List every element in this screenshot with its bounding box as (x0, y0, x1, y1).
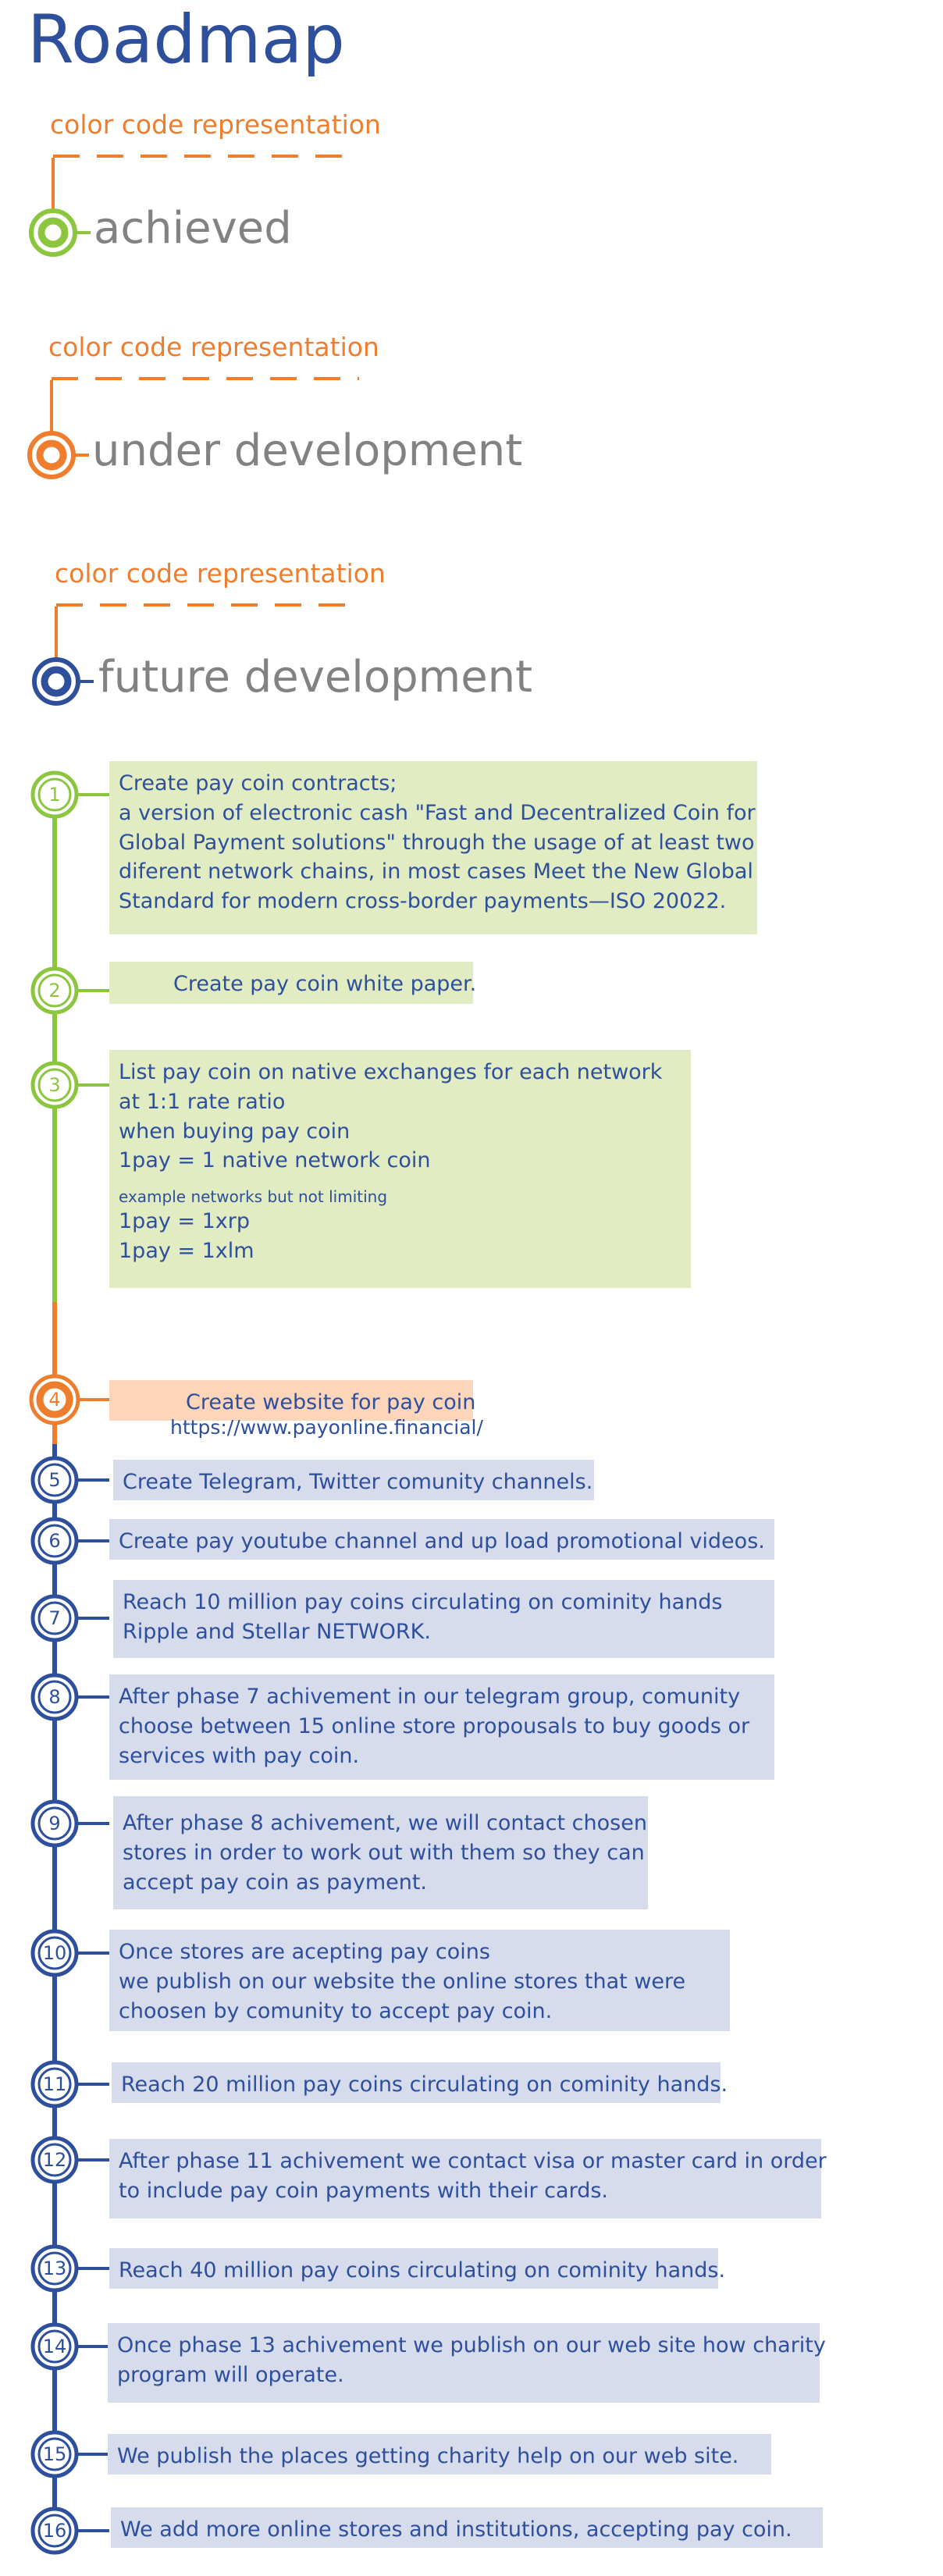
step-text-line: services with pay coin. (119, 1743, 360, 1768)
step-2-number: 2 (48, 980, 61, 1002)
step-text-line: Once stores are acepting pay coins (119, 1940, 490, 1964)
step-4-box: Create website for pay coin (109, 1380, 476, 1421)
step-text-line: List pay coin on native exchanges for ea… (119, 1060, 663, 1084)
step-text-line: accept pay coin as payment. (123, 1870, 428, 1895)
step-16-box: We add more online stores and institutio… (111, 2507, 823, 2548)
step-13-box: Reach 40 million pay coins circulating o… (109, 2248, 726, 2289)
step-12-box: After phase 11 achivement we contact vis… (109, 2139, 827, 2218)
step-6-number: 6 (48, 1530, 61, 1552)
step-text-line: at 1:1 rate ratio (119, 1089, 286, 1114)
legend-marker-inner (36, 439, 67, 471)
step-3-box: List pay coin on native exchanges for ea… (109, 1050, 691, 1288)
step-7-number: 7 (48, 1607, 61, 1629)
website-url: https://www.payonline.financial/ (170, 1416, 483, 1439)
step-text-line: we publish on our website the online sto… (119, 1969, 686, 1994)
step-text-line: Create Telegram, Twitter comunity channe… (123, 1470, 593, 1494)
step-text-line: a version of electronic cash "Fast and D… (119, 800, 756, 825)
legend-label-future-development: future development (98, 652, 533, 703)
step-5-box: Create Telegram, Twitter comunity channe… (113, 1460, 594, 1500)
step-14-box: Once phase 13 achivement we publish on o… (108, 2323, 826, 2403)
step-text-line: We add more online stores and institutio… (120, 2517, 792, 2542)
legend-label-under-development: under development (92, 425, 523, 476)
step-6-box: Create pay youtube channel and up load p… (109, 1519, 774, 1560)
step-16-number: 16 (42, 2520, 67, 2542)
step-text-line: Create pay youtube channel and up load p… (119, 1529, 765, 1553)
legend-caption-achieved: color code representation (50, 109, 381, 140)
step-text-line: 1pay = 1xrp (119, 1209, 251, 1234)
step-8-number: 8 (48, 1686, 61, 1708)
step-text-line: Create website for pay coin (186, 1390, 476, 1414)
step-text-line: Global Payment solutions" through the us… (119, 830, 755, 855)
step-text-line: We publish the places getting charity he… (117, 2444, 739, 2468)
step-text-line: Reach 20 million pay coins circulating o… (121, 2073, 728, 2097)
step-text-line: Reach 40 million pay coins circulating o… (119, 2258, 726, 2282)
legend-caption-under-development: color code representation (48, 332, 379, 362)
legend-marker-inner (41, 666, 72, 697)
step-11-box: Reach 20 million pay coins circulating o… (112, 2062, 728, 2103)
step-3-number: 3 (48, 1074, 61, 1096)
step-2-box: Create pay coin white paper. (109, 962, 477, 1004)
step-13-number: 13 (42, 2258, 67, 2279)
step-text-line: stores in order to work out with them so… (123, 1840, 645, 1865)
step-text-line: After phase 11 achivement we contact vis… (119, 2149, 827, 2173)
step-14-number: 14 (42, 2336, 67, 2357)
step-text-line: Once phase 13 achivement we publish on o… (117, 2333, 826, 2357)
step-text-line: 1pay = 1xlm (119, 1238, 254, 1263)
step-9-number: 9 (48, 1813, 61, 1834)
step-10-number: 10 (42, 1942, 67, 1964)
step-text-line: Create pay coin contracts; (119, 771, 397, 795)
legend-caption-future-development: color code representation (55, 558, 386, 589)
step-11-number: 11 (42, 2073, 67, 2095)
step-15-number: 15 (42, 2443, 67, 2465)
roadmap-diagram: Roadmap color code representation achiev… (0, 0, 943, 2576)
legend-label-achieved: achieved (94, 203, 292, 254)
step-text-line: Create pay coin white paper. (173, 972, 477, 996)
step-8-box: After phase 7 achivement in our telegram… (109, 1674, 774, 1780)
step-5-number: 5 (48, 1469, 61, 1491)
step-9-box: After phase 8 achivement, we will contac… (113, 1796, 648, 1909)
step-1-box: Create pay coin contracts; a version of … (109, 761, 757, 934)
step-12-number: 12 (42, 2149, 67, 2171)
step-text-line: choose between 15 online store propousal… (119, 1713, 750, 1738)
step-text-line: diferent network chains, in most cases M… (119, 859, 753, 884)
step-4-number: 4 (48, 1389, 61, 1411)
step-text-line: Reach 10 million pay coins circulating o… (123, 1590, 723, 1614)
step-text-line: 1pay = 1 native network coin (119, 1148, 431, 1173)
step-10-box: Once stores are acepting pay coins we pu… (109, 1930, 730, 2031)
step-note: example networks but not limiting (119, 1187, 388, 1207)
step-text-line: to include pay coin payments with their … (119, 2178, 608, 2203)
step-text-line: After phase 7 achivement in our telegram… (119, 1685, 741, 1709)
step-text-line: Ripple and Stellar NETWORK. (123, 1619, 431, 1644)
step-text-line: Standard for modern cross-border payment… (119, 889, 727, 914)
legend-marker-inner (37, 217, 69, 248)
step-text-line: program will operate. (117, 2362, 344, 2387)
step-15-box: We publish the places getting charity he… (108, 2434, 771, 2475)
step-1-number: 1 (48, 784, 61, 806)
step-text-line: After phase 8 achivement, we will contac… (123, 1811, 647, 1835)
step-text-line: when buying pay coin (119, 1119, 351, 1144)
step-7-box: Reach 10 million pay coins circulating o… (113, 1580, 774, 1658)
step-text-line: choosen by comunity to accept pay coin. (119, 1998, 553, 2023)
